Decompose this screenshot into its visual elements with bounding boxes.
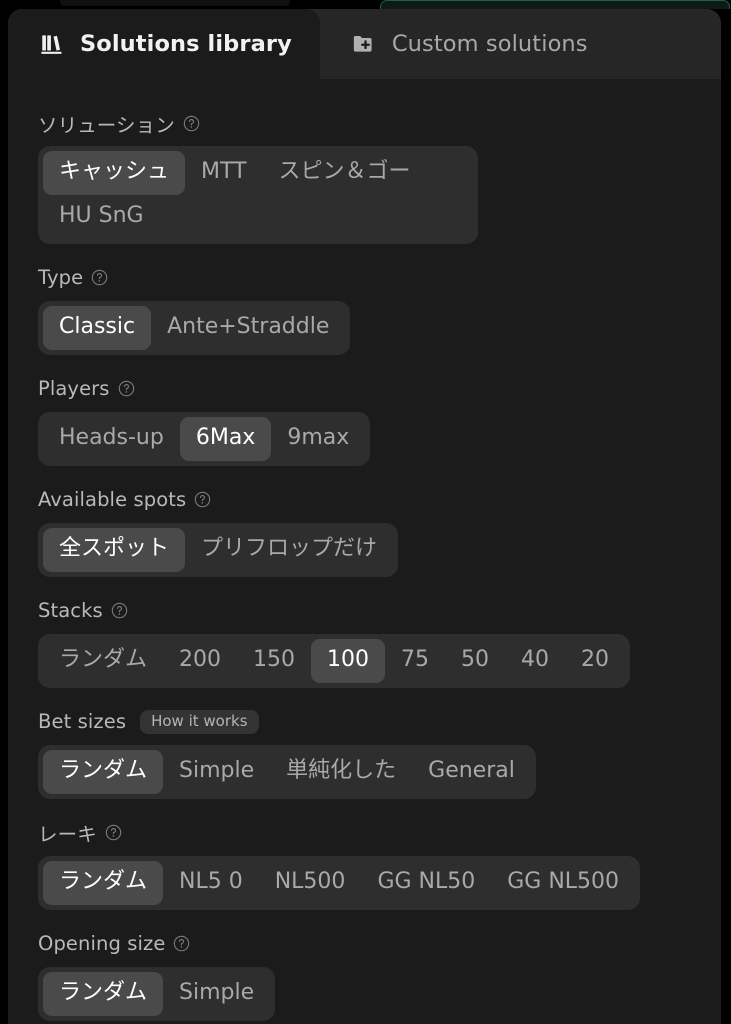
background-window-edge-left: [60, 0, 290, 6]
option-stacks-4[interactable]: 75: [385, 639, 445, 683]
how-it-works-badge[interactable]: How it works: [140, 709, 259, 734]
option-type-1[interactable]: Ante+Straddle: [151, 306, 345, 350]
help-icon[interactable]: [91, 269, 108, 286]
option-stacks-2[interactable]: 150: [237, 639, 311, 683]
segmented-control-wrap: キャッシュ MTT スピン＆ゴー HU SnG: [38, 146, 691, 244]
option-solution-1[interactable]: MTT: [185, 151, 262, 195]
field-label: Stacks: [38, 599, 103, 623]
segmented-control-stacks: ランダム 200 150 100 75 50 40 20: [38, 633, 631, 688]
field-label: Bet sizes: [38, 710, 127, 734]
help-icon[interactable]: [118, 380, 135, 397]
option-stacks-1[interactable]: 200: [163, 639, 237, 683]
option-solution-0[interactable]: キャッシュ: [43, 151, 186, 195]
option-stacks-5[interactable]: 50: [445, 639, 505, 683]
field-solution: ソリューションキャッシュ MTT スピン＆ゴー HU SnG: [8, 111, 721, 244]
segmented-control-wrap: ランダム Simple 単純化した General: [38, 744, 691, 799]
field-players: Players Heads-up 6Max 9max: [8, 377, 721, 466]
solutions-panel: Solutions library Custom solutions ソリューショ…: [8, 9, 721, 1024]
field-opening-size: Opening size ランダム Simple: [8, 932, 721, 1021]
option-opening-size-0[interactable]: ランダム: [43, 971, 164, 1016]
field-rake: レーキランダム NL5 0 NL500 GG NL50 GG NL500: [8, 821, 721, 910]
option-bet-sizes-3[interactable]: General: [412, 750, 531, 794]
option-bet-sizes-0[interactable]: ランダム: [43, 749, 164, 794]
option-players-1[interactable]: 6Max: [179, 416, 272, 461]
help-icon[interactable]: [105, 824, 122, 841]
segmented-control-type: Classic Ante+Straddle: [38, 300, 351, 355]
field-label-row: Bet sizes How it works: [38, 709, 691, 734]
option-opening-size-1[interactable]: Simple: [163, 972, 270, 1016]
field-label-row: Players: [38, 377, 691, 401]
option-rake-3[interactable]: GG NL50: [361, 861, 491, 905]
option-available-spots-0[interactable]: 全スポット: [43, 527, 186, 572]
option-available-spots-1[interactable]: プリフロップだけ: [185, 528, 393, 572]
field-label: Players: [38, 377, 110, 401]
option-solution-3[interactable]: HU SnG: [43, 195, 160, 239]
option-rake-1[interactable]: NL5 0: [163, 861, 259, 905]
tab-label: Solutions library: [80, 31, 292, 57]
segmented-control-wrap: ランダム NL5 0 NL500 GG NL50 GG NL500: [38, 855, 691, 910]
option-stacks-7[interactable]: 20: [565, 639, 625, 683]
segmented-control-bet-sizes: ランダム Simple 単純化した General: [38, 744, 536, 799]
library-books-icon: [38, 30, 66, 58]
field-label: レーキ: [38, 823, 97, 847]
segmented-control-opening-size: ランダム Simple: [38, 966, 276, 1021]
segmented-control-wrap: 全スポット プリフロップだけ: [38, 522, 691, 577]
field-label-row: Stacks: [38, 599, 691, 623]
field-label-row: Type: [38, 266, 691, 290]
field-bet-sizes: Bet sizes How it works ランダム Simple 単純化した Gene…: [8, 709, 721, 799]
tab-custom-solutions[interactable]: Custom solutions: [320, 9, 616, 79]
field-label: ソリューション: [38, 113, 175, 137]
option-solution-2[interactable]: スピン＆ゴー: [263, 151, 427, 195]
background-window-edge-accent: [380, 0, 730, 9]
help-icon[interactable]: [173, 935, 190, 952]
field-stacks: Stacks ランダム 200 150 100 75 50 40 20: [8, 599, 721, 688]
option-rake-2[interactable]: NL500: [259, 861, 362, 905]
segmented-control-available-spots: 全スポット プリフロップだけ: [38, 522, 399, 577]
segmented-control-rake: ランダム NL5 0 NL500 GG NL50 GG NL500: [38, 855, 641, 910]
field-label: Type: [38, 266, 84, 290]
tab-solutions-library[interactable]: Solutions library: [8, 9, 320, 79]
help-icon[interactable]: [183, 115, 200, 132]
option-players-2[interactable]: 9max: [271, 417, 365, 461]
filters-content: ソリューションキャッシュ MTT スピン＆ゴー HU SnG Type Classic An…: [8, 79, 721, 1024]
tab-bar: Solutions library Custom solutions: [8, 9, 721, 79]
field-label: Available spots: [38, 488, 187, 512]
field-label-row: Opening size: [38, 932, 691, 956]
help-icon[interactable]: [194, 491, 211, 508]
segmented-control-wrap: ランダム Simple: [38, 966, 691, 1021]
segmented-control-wrap: Classic Ante+Straddle: [38, 300, 691, 355]
folder-plus-icon: [350, 30, 378, 58]
field-label-row: ソリューション: [38, 111, 691, 137]
option-rake-0[interactable]: ランダム: [43, 860, 164, 905]
option-rake-4[interactable]: GG NL500: [491, 861, 635, 905]
segmented-control-wrap: ランダム 200 150 100 75 50 40 20: [38, 633, 691, 688]
option-bet-sizes-2[interactable]: 単純化した: [270, 750, 412, 794]
help-icon[interactable]: [111, 602, 128, 619]
option-type-0[interactable]: Classic: [43, 305, 152, 350]
tab-label: Custom solutions: [391, 31, 588, 57]
option-stacks-3[interactable]: 100: [311, 638, 386, 683]
field-label: Opening size: [38, 932, 166, 956]
field-available-spots: Available spots 全スポット プリフロップだけ: [8, 488, 721, 577]
segmented-control-players: Heads-up 6Max 9max: [38, 411, 371, 466]
field-label-row: レーキ: [38, 821, 691, 847]
option-players-0[interactable]: Heads-up: [43, 417, 180, 461]
option-stacks-6[interactable]: 40: [505, 639, 565, 683]
segmented-control-wrap: Heads-up 6Max 9max: [38, 411, 691, 466]
field-label-row: Available spots: [38, 488, 691, 512]
option-bet-sizes-1[interactable]: Simple: [163, 750, 270, 794]
segmented-control-solution: キャッシュ MTT スピン＆ゴー HU SnG: [38, 146, 478, 244]
option-stacks-0[interactable]: ランダム: [43, 639, 163, 683]
field-type: Type Classic Ante+Straddle: [8, 266, 721, 355]
app-root: Solutions library Custom solutions ソリューショ…: [0, 0, 731, 1024]
